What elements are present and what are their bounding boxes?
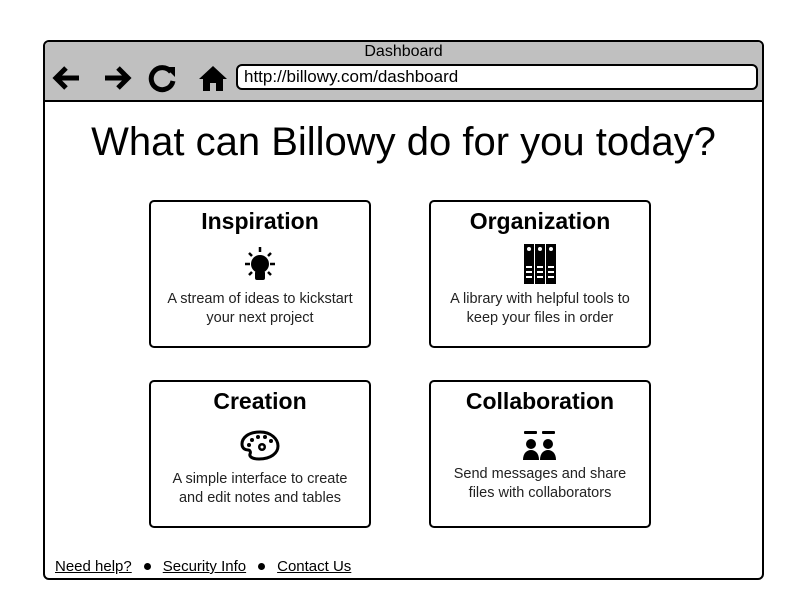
window-title: Dashboard <box>364 43 443 60</box>
home-icon[interactable] <box>197 63 229 93</box>
card-inspiration[interactable]: Inspiration A stream of ideas to kicksta… <box>149 200 371 348</box>
browser-window: Dashboard http://billowy.com/dashboard W… <box>43 40 764 580</box>
card-title: Collaboration <box>465 388 615 414</box>
url-bar[interactable]: http://billowy.com/dashboard <box>236 64 758 90</box>
description-line: A stream of ideas to kickstart <box>167 291 353 307</box>
card-title: Creation <box>213 388 307 414</box>
users-chat-icon <box>523 431 556 460</box>
palette-icon <box>240 430 280 461</box>
card-description: A stream of ideas to kickstart your next … <box>151 290 369 328</box>
back-arrow-icon[interactable] <box>51 63 83 93</box>
bullet-separator <box>143 563 151 570</box>
bullet-separator <box>258 563 266 570</box>
description-line: and edit notes and tables <box>178 490 342 506</box>
card-organization[interactable]: Organization A library with helpful tool… <box>429 200 651 348</box>
description-line: your next project <box>206 310 314 326</box>
card-collaboration[interactable]: Collaboration Send messages and share fil… <box>429 380 651 528</box>
description-line: files with collaborators <box>468 485 612 501</box>
security-info-link[interactable]: Security Info <box>163 558 246 575</box>
browser-toolbar: Dashboard http://billowy.com/dashboard <box>45 42 762 102</box>
forward-arrow-icon[interactable] <box>101 63 133 93</box>
card-creation[interactable]: Creation A simple interface to create and… <box>149 380 371 528</box>
card-title: Inspiration <box>201 208 319 234</box>
binders-icon <box>524 244 556 284</box>
card-description: A library with helpful tools to keep your… <box>431 290 649 328</box>
card-title: Organization <box>469 208 611 234</box>
contact-us-link[interactable]: Contact Us <box>277 558 351 575</box>
card-description: A simple interface to create and edit not… <box>151 470 369 508</box>
description-line: A simple interface to create <box>172 471 348 487</box>
footer: Need help? Security Info Contact Us <box>55 558 351 575</box>
page-title: What can Billowy do for you today? <box>91 120 716 164</box>
description-line: keep your files in order <box>466 310 614 326</box>
description-line: A library with helpful tools to <box>450 291 630 307</box>
reload-icon[interactable] <box>147 63 179 93</box>
lightbulb-icon <box>245 247 275 280</box>
need-help-link[interactable]: Need help? <box>55 558 132 575</box>
description-line: Send messages and share <box>453 466 627 482</box>
card-description: Send messages and share files with collab… <box>431 465 649 503</box>
